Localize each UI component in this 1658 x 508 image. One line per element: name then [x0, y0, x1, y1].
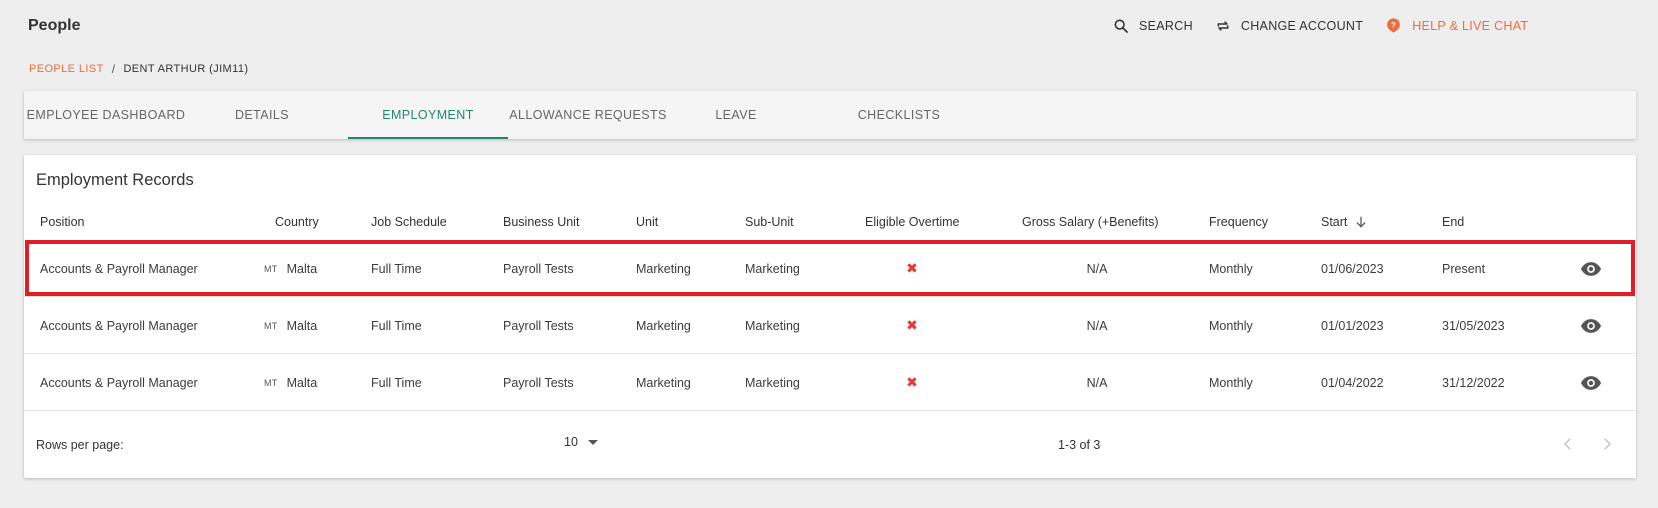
help-live-chat-button[interactable]: ? HELP & LIVE CHAT: [1385, 17, 1528, 34]
cell-eligible-overtime: ✖: [865, 354, 959, 411]
tab-allowance-requests[interactable]: ALLOWANCE REQUESTS: [508, 91, 668, 139]
rows-per-page-label: Rows per page:: [36, 438, 124, 452]
table-footer: Rows per page: 10 1-3 of 3: [24, 413, 1636, 478]
table-row[interactable]: Accounts & Payroll Manager MT Malta Full …: [24, 354, 1636, 411]
swap-icon: [1217, 20, 1229, 31]
help-icon: ?: [1387, 18, 1401, 33]
country-name: Malta: [286, 318, 318, 333]
search-button[interactable]: SEARCH: [1113, 18, 1193, 34]
cell-start: 01/01/2023: [1321, 318, 1384, 333]
chevron-left-icon: [1563, 438, 1571, 450]
cell-country: MT Malta: [264, 297, 317, 354]
cell-frequency: Monthly: [1209, 318, 1253, 333]
column-header-start-label: Start: [1321, 215, 1348, 229]
cell-eligible-overtime: ✖: [865, 240, 959, 297]
eye-icon: [1580, 375, 1602, 390]
tabs-bar: EMPLOYEE DASHBOARD DETAILS EMPLOYMENT AL…: [24, 91, 1636, 139]
breadcrumb-people-list[interactable]: PEOPLE LIST: [29, 63, 104, 75]
breadcrumb: PEOPLE LIST / DENT ARTHUR (JIM11): [29, 62, 248, 76]
tab-leave[interactable]: LEAVE: [688, 91, 784, 139]
cell-unit: Marketing: [636, 318, 691, 333]
breadcrumb-separator: /: [111, 62, 116, 76]
cell-end: 31/05/2023: [1442, 318, 1505, 333]
view-record-button[interactable]: [1580, 297, 1602, 354]
table-row[interactable]: Accounts & Payroll Manager MT Malta Full …: [24, 240, 1636, 297]
column-header-unit[interactable]: Unit: [636, 215, 658, 229]
column-header-country[interactable]: Country: [275, 215, 319, 229]
cell-start: 01/04/2022: [1321, 375, 1384, 390]
svg-text:?: ?: [1391, 21, 1396, 30]
view-record-button[interactable]: [1580, 240, 1602, 297]
cell-job-schedule: Full Time: [371, 318, 422, 333]
help-live-chat-label: HELP & LIVE CHAT: [1412, 18, 1529, 33]
column-header-start[interactable]: Start: [1321, 215, 1368, 229]
page-title: People: [28, 17, 81, 34]
pagination-range: 1-3 of 3: [1058, 438, 1101, 452]
cell-business-unit: Payroll Tests: [503, 318, 574, 333]
tab-details[interactable]: DETAILS: [214, 91, 310, 139]
cell-gross-salary: N/A: [1086, 375, 1108, 390]
x-icon: ✖: [906, 317, 918, 333]
cell-job-schedule: Full Time: [371, 261, 422, 276]
cell-eligible-overtime: ✖: [865, 297, 959, 354]
change-account-button[interactable]: CHANGE ACCOUNT: [1215, 18, 1363, 34]
country-code: MT: [264, 320, 278, 331]
chevron-right-icon: [1604, 438, 1612, 450]
previous-page-button[interactable]: [1559, 435, 1577, 458]
cell-frequency: Monthly: [1209, 261, 1253, 276]
column-header-position[interactable]: Position: [40, 215, 84, 229]
cell-sub-unit: Marketing: [745, 375, 800, 390]
breadcrumb-current: DENT ARTHUR (JIM11): [123, 63, 249, 75]
country-code: MT: [264, 263, 278, 274]
cell-position: Accounts & Payroll Manager: [40, 261, 198, 276]
cell-business-unit: Payroll Tests: [503, 375, 574, 390]
cell-country: MT Malta: [264, 354, 317, 411]
column-header-job-schedule[interactable]: Job Schedule: [371, 215, 447, 229]
column-header-gross-salary[interactable]: Gross Salary (+Benefits): [1022, 215, 1159, 229]
column-header-end[interactable]: End: [1442, 215, 1464, 229]
cell-frequency: Monthly: [1209, 375, 1253, 390]
employment-records-card: Employment Records Position Country Job …: [24, 155, 1636, 478]
cell-unit: Marketing: [636, 375, 691, 390]
search-icon: [1114, 19, 1128, 33]
cell-job-schedule: Full Time: [371, 375, 422, 390]
next-page-button[interactable]: [1598, 435, 1616, 458]
cell-gross-salary: N/A: [1086, 318, 1108, 333]
eye-icon: [1580, 318, 1602, 333]
tab-employment[interactable]: EMPLOYMENT: [348, 91, 508, 139]
column-header-eligible-overtime[interactable]: Eligible Overtime: [865, 215, 959, 229]
cell-country: MT Malta: [264, 240, 317, 297]
column-header-business-unit[interactable]: Business Unit: [503, 215, 579, 229]
view-record-button[interactable]: [1580, 354, 1602, 411]
country-name: Malta: [286, 261, 318, 276]
change-account-label: CHANGE ACCOUNT: [1240, 18, 1364, 33]
card-title: Employment Records: [36, 171, 194, 189]
cell-gross-salary: N/A: [1086, 261, 1108, 276]
cell-unit: Marketing: [636, 261, 691, 276]
rows-per-page-select[interactable]: 10: [564, 435, 598, 449]
cell-position: Accounts & Payroll Manager: [40, 318, 198, 333]
tab-employee-dashboard[interactable]: EMPLOYEE DASHBOARD: [24, 91, 188, 139]
column-header-frequency[interactable]: Frequency: [1209, 215, 1268, 229]
cell-sub-unit: Marketing: [745, 261, 800, 276]
x-icon: ✖: [906, 260, 918, 276]
arrow-down-icon: [1356, 216, 1366, 228]
top-actions: SEARCH CHANGE ACCOUNT ? HELP & LIVE CHAT: [1113, 17, 1550, 34]
cell-position: Accounts & Payroll Manager: [40, 375, 198, 390]
tab-checklists[interactable]: CHECKLISTS: [834, 91, 964, 139]
table-row[interactable]: Accounts & Payroll Manager MT Malta Full …: [24, 297, 1636, 354]
cell-sub-unit: Marketing: [745, 318, 800, 333]
caret-down-icon: [587, 439, 598, 445]
cell-end: Present: [1442, 261, 1486, 276]
cell-start: 01/06/2023: [1321, 261, 1384, 276]
cell-business-unit: Payroll Tests: [503, 261, 574, 276]
column-header-sub-unit[interactable]: Sub-Unit: [745, 215, 794, 229]
eye-icon: [1580, 261, 1602, 276]
cell-end: 31/12/2022: [1442, 375, 1505, 390]
rows-per-page-value: 10: [564, 435, 578, 449]
country-code: MT: [264, 377, 278, 388]
search-label: SEARCH: [1139, 18, 1193, 33]
x-icon: ✖: [906, 374, 918, 390]
country-name: Malta: [286, 375, 318, 390]
